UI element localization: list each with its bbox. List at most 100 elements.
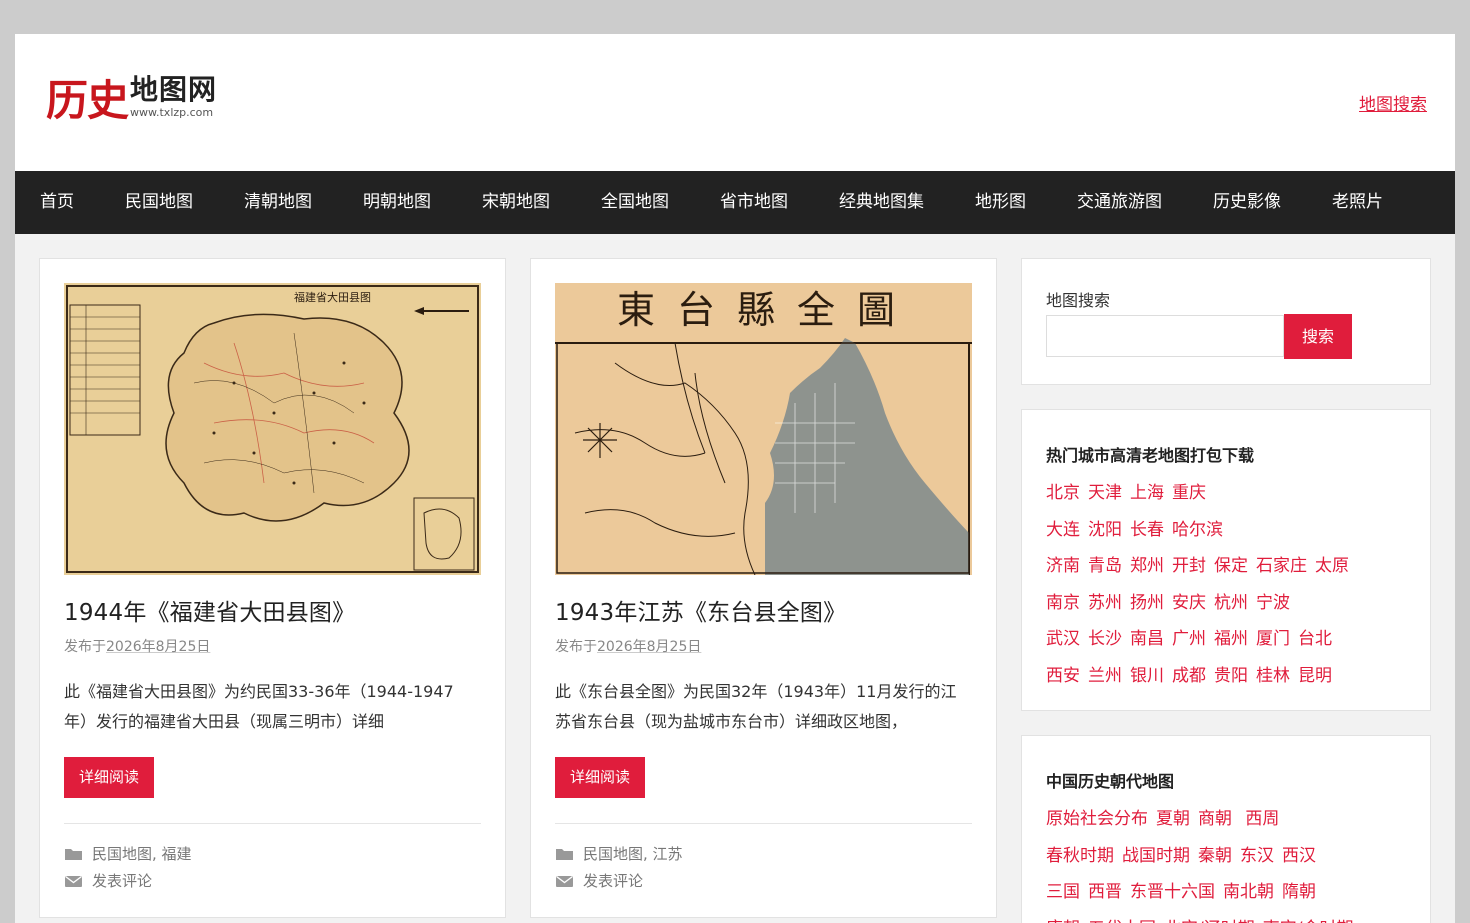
dynasty-map-link[interactable]: 五代十国 bbox=[1088, 919, 1156, 923]
city-map-link[interactable]: 兰州 bbox=[1088, 666, 1122, 686]
city-map-link[interactable]: 北京 bbox=[1046, 483, 1080, 503]
map-image: 福建省大田县图 bbox=[64, 283, 481, 575]
city-map-link[interactable]: 太原 bbox=[1315, 556, 1349, 576]
city-map-link[interactable]: 郑州 bbox=[1130, 556, 1164, 576]
dynasty-map-link[interactable]: 夏朝 bbox=[1156, 809, 1190, 829]
dynasty-map-link[interactable]: 唐朝 bbox=[1046, 919, 1080, 923]
city-map-link[interactable]: 昆明 bbox=[1298, 666, 1332, 686]
nav-item-ming-maps[interactable]: 明朝地图 bbox=[338, 171, 457, 234]
dynasty-map-link[interactable]: 东汉 bbox=[1240, 846, 1274, 866]
city-map-link[interactable]: 桂林 bbox=[1256, 666, 1290, 686]
widget-title: 热门城市高清老地图打包下载 bbox=[1046, 446, 1255, 465]
city-map-link[interactable]: 贵阳 bbox=[1214, 666, 1248, 686]
city-map-link[interactable]: 济南 bbox=[1046, 556, 1080, 576]
dynasty-map-link[interactable]: 南宋/金时期 bbox=[1263, 919, 1354, 923]
dynasty-link-list: 原始社会分布 夏朝 商朝 西周春秋时期 战国时期 秦朝 东汉 西汉三国 西晋 东晋十六国 南北朝隋… bbox=[1046, 804, 1361, 923]
city-map-link[interactable]: 宁波 bbox=[1256, 593, 1290, 613]
nav-item-national-maps[interactable]: 全国地图 bbox=[576, 171, 695, 234]
city-map-link[interactable]: 南京 bbox=[1046, 593, 1080, 613]
search-widget: 地图搜索 搜索 bbox=[1021, 258, 1431, 385]
categories-links[interactable]: 民国地图, 福建 bbox=[92, 843, 192, 864]
city-map-link[interactable]: 银川 bbox=[1130, 666, 1164, 686]
city-map-link[interactable]: 武汉 bbox=[1046, 629, 1080, 649]
city-map-link[interactable]: 南昌 bbox=[1130, 629, 1164, 649]
nav-item-classic-atlases[interactable]: 经典地图集 bbox=[814, 171, 950, 234]
dynasty-map-link[interactable]: 西汉 bbox=[1282, 846, 1316, 866]
post-meta: 发布于2026年8月25日 bbox=[555, 636, 701, 656]
city-map-link[interactable]: 保定 bbox=[1214, 556, 1248, 576]
nav-item-historic-imagery[interactable]: 历史影像 bbox=[1188, 171, 1307, 234]
city-map-link[interactable]: 厦门 bbox=[1256, 629, 1290, 649]
search-button[interactable]: 搜索 bbox=[1284, 314, 1352, 359]
city-map-link[interactable]: 重庆 bbox=[1172, 483, 1206, 503]
site-logo[interactable]: 历史 地图网 www.txlzp.com bbox=[46, 74, 217, 124]
widget-title: 中国历史朝代地图 bbox=[1046, 772, 1175, 791]
city-map-link[interactable]: 西安 bbox=[1046, 666, 1080, 686]
post-title[interactable]: 1943年江苏《东台县全图》 bbox=[555, 593, 846, 627]
city-map-link[interactable]: 开封 bbox=[1172, 556, 1206, 576]
page: 历史 地图网 www.txlzp.com 地图搜索 首页 民国地图 清朝地图 明… bbox=[15, 34, 1455, 923]
city-map-link[interactable]: 沈阳 bbox=[1088, 520, 1122, 540]
search-input[interactable] bbox=[1046, 315, 1284, 357]
post-excerpt: 此《东台县全图》为民国32年（1943年）11月发行的江苏省东台县（现为盐城市东… bbox=[555, 682, 957, 731]
city-map-link[interactable]: 苏州 bbox=[1088, 593, 1122, 613]
categories-links[interactable]: 民国地图, 江苏 bbox=[583, 843, 683, 864]
dynasty-map-link[interactable]: 隋朝 bbox=[1282, 882, 1316, 902]
dynasty-map-link[interactable]: 原始社会分布 bbox=[1046, 809, 1148, 829]
read-more-button[interactable]: 详细阅读 bbox=[64, 757, 154, 798]
city-map-link[interactable]: 天津 bbox=[1088, 483, 1122, 503]
post-card: 福建省大田县图 1944年《福建省大田县图》 发布于2026年8月25日 此《福… bbox=[39, 258, 506, 918]
comment-link[interactable]: 发表评论 bbox=[92, 870, 152, 891]
dynasty-map-link[interactable]: 秦朝 bbox=[1198, 846, 1232, 866]
dynasty-map-link[interactable]: 春秋时期 bbox=[1046, 846, 1114, 866]
logo-red-text: 历史 bbox=[46, 76, 129, 125]
dynasty-map-link[interactable]: 西晋 bbox=[1088, 882, 1122, 902]
city-map-link[interactable]: 杭州 bbox=[1214, 593, 1248, 613]
dynasty-map-link[interactable]: 北宋/辽时期 bbox=[1164, 919, 1255, 923]
city-map-link[interactable]: 台北 bbox=[1298, 629, 1332, 649]
nav-item-old-photos[interactable]: 老照片 bbox=[1307, 171, 1409, 234]
post-thumbnail[interactable]: 東台縣全圖 bbox=[555, 283, 972, 575]
read-more-button[interactable]: 详细阅读 bbox=[555, 757, 645, 798]
city-map-link[interactable]: 长春 bbox=[1130, 520, 1164, 540]
comment-link[interactable]: 发表评论 bbox=[583, 870, 643, 891]
dynasty-map-link[interactable]: 三国 bbox=[1046, 882, 1080, 902]
nav-item-song-maps[interactable]: 宋朝地图 bbox=[457, 171, 576, 234]
city-map-link[interactable]: 扬州 bbox=[1130, 593, 1164, 613]
nav-item-province-maps[interactable]: 省市地图 bbox=[695, 171, 814, 234]
link-row: 西安 兰州 银川 成都 贵阳 桂林 昆明 bbox=[1046, 661, 1357, 698]
hot-cities-widget: 热门城市高清老地图打包下载 北京 天津 上海 重庆大连 沈阳 长春 哈尔滨济南 青岛 郑州 开封保… bbox=[1021, 409, 1431, 711]
city-map-link[interactable]: 广州 bbox=[1172, 629, 1206, 649]
post-title[interactable]: 1944年《福建省大田县图》 bbox=[64, 593, 355, 627]
header-map-search-link[interactable]: 地图搜索 bbox=[1359, 90, 1427, 115]
nav-item-travel-maps[interactable]: 交通旅游图 bbox=[1052, 171, 1188, 234]
post-date[interactable]: 2026年8月25日 bbox=[597, 639, 701, 655]
city-map-link[interactable]: 哈尔滨 bbox=[1172, 520, 1223, 540]
city-map-link[interactable]: 上海 bbox=[1130, 483, 1164, 503]
divider bbox=[555, 823, 972, 824]
city-map-link[interactable]: 成都 bbox=[1172, 666, 1206, 686]
dynasty-map-link[interactable]: 西周 bbox=[1240, 809, 1279, 829]
meta-prefix: 发布于 bbox=[555, 639, 597, 655]
city-map-link[interactable]: 安庆 bbox=[1172, 593, 1206, 613]
link-row: 唐朝 五代十国 北宋/辽时期 南宋/金时期 bbox=[1046, 914, 1361, 923]
post-thumbnail[interactable]: 福建省大田县图 bbox=[64, 283, 481, 575]
city-map-link[interactable]: 福州 bbox=[1214, 629, 1248, 649]
map-image: 東台縣全圖 bbox=[555, 283, 972, 575]
city-map-link[interactable]: 大连 bbox=[1046, 520, 1080, 540]
nav-item-topographic[interactable]: 地形图 bbox=[950, 171, 1052, 234]
nav-item-qing-maps[interactable]: 清朝地图 bbox=[219, 171, 338, 234]
city-map-link[interactable]: 青岛 bbox=[1088, 556, 1122, 576]
post-meta: 发布于2026年8月25日 bbox=[64, 636, 210, 656]
nav-item-republic-maps[interactable]: 民国地图 bbox=[100, 171, 219, 234]
dynasty-map-link[interactable]: 东晋十六国 bbox=[1130, 882, 1215, 902]
city-map-link[interactable]: 石家庄 bbox=[1256, 556, 1307, 576]
dynasty-map-link[interactable]: 南北朝 bbox=[1223, 882, 1274, 902]
post-date[interactable]: 2026年8月25日 bbox=[106, 639, 210, 655]
thumb-heading: 福建省大田县图 bbox=[294, 290, 371, 304]
city-map-link[interactable]: 长沙 bbox=[1088, 629, 1122, 649]
folder-icon bbox=[65, 848, 82, 860]
nav-item-home[interactable]: 首页 bbox=[15, 171, 100, 234]
dynasty-map-link[interactable]: 战国时期 bbox=[1122, 846, 1190, 866]
dynasty-map-link[interactable]: 商朝 bbox=[1198, 809, 1232, 829]
